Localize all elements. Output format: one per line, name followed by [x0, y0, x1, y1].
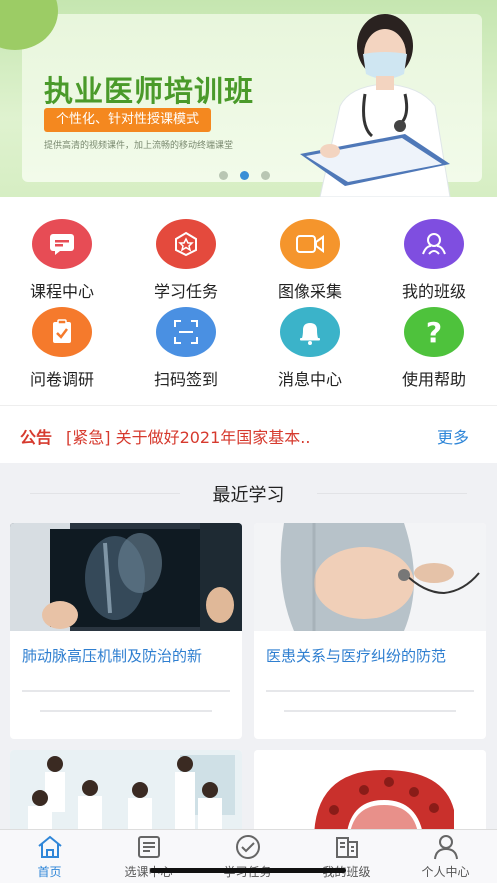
- course-card[interactable]: [10, 750, 242, 840]
- recent-section-title: 最近学习: [212, 485, 285, 506]
- grid-label: 消息中心: [277, 370, 342, 389]
- bell-icon: [280, 307, 340, 357]
- class-icon: [404, 219, 464, 269]
- announcement-bar[interactable]: 公告 [紧急] 关于做好2021年国家基本.. 更多: [0, 405, 497, 463]
- banner-title: 执业医师培训班: [44, 74, 255, 108]
- course-card[interactable]: [254, 750, 486, 840]
- course-thumbnail: [10, 523, 242, 631]
- recent-section-header: 最近学习: [0, 478, 497, 508]
- app-screen: 执业医师培训班 个性化、针对性授课模式 提供高清的视频课件，加上流畅的移动终端课…: [0, 0, 497, 883]
- check-circle-icon: [235, 835, 260, 859]
- video-camera-icon: [280, 219, 340, 269]
- placeholder-line: [284, 710, 456, 712]
- course-thumbnail: [10, 750, 242, 840]
- banner-tagline: 个性化、针对性授课模式: [44, 108, 212, 132]
- banner-subtitle: 提供高清的视频课件，加上流畅的移动终端课堂: [44, 141, 234, 151]
- course-thumbnail: [254, 523, 486, 631]
- course-thumbnail: [254, 750, 486, 840]
- tab-profile[interactable]: 个人中心: [396, 834, 495, 880]
- course-title: 医患关系与医疗纠纷的防范: [266, 647, 447, 665]
- announcement-more-link[interactable]: 更多: [437, 424, 469, 448]
- class-book-icon: [335, 837, 358, 858]
- pagination-dot[interactable]: [219, 171, 228, 180]
- grid-item-message-center[interactable]: 消息中心: [248, 307, 372, 390]
- tab-label: 个人中心: [421, 865, 470, 879]
- grid-label: 我的班级: [401, 282, 466, 301]
- grid-item-help[interactable]: ? 使用帮助: [372, 307, 496, 390]
- banner-pagination[interactable]: [219, 171, 270, 180]
- pagination-dot[interactable]: [261, 171, 270, 180]
- announcement-tag: 公告: [20, 428, 53, 447]
- scan-icon: [156, 307, 216, 357]
- grid-label: 课程中心: [29, 282, 94, 301]
- course-icon: [32, 219, 92, 269]
- course-select-icon: [137, 836, 160, 858]
- tab-label: 首页: [37, 865, 62, 879]
- grid-label: 扫码签到: [153, 370, 218, 389]
- home-icon: [37, 835, 62, 858]
- function-grid: 课程中心 学习任务 图像采集 我的班级 问卷调研 扫码签到 消息中心 ? 使用帮…: [0, 197, 497, 405]
- grid-item-survey[interactable]: 问卷调研: [0, 307, 124, 390]
- help-icon: ?: [404, 307, 464, 357]
- course-card[interactable]: 肺动脉高压机制及防治的新: [10, 523, 242, 739]
- grid-label: 问卷调研: [29, 370, 94, 389]
- grid-label: 学习任务: [153, 282, 218, 301]
- tab-course-select[interactable]: 选课中心: [99, 834, 198, 880]
- grid-label: 图像采集: [277, 282, 342, 301]
- course-card[interactable]: 医患关系与医疗纠纷的防范: [254, 523, 486, 739]
- course-title: 肺动脉高压机制及防治的新: [22, 647, 203, 665]
- doctor-illustration: [300, 14, 451, 197]
- bottom-tab-bar: 首页 选课中心 学习任务 我的班级 个人中心: [0, 829, 497, 883]
- grid-item-study-task[interactable]: 学习任务: [124, 219, 248, 302]
- grid-label: 使用帮助: [401, 370, 466, 389]
- promo-banner[interactable]: 执业医师培训班 个性化、针对性授课模式 提供高清的视频课件，加上流畅的移动终端课…: [0, 0, 497, 197]
- pagination-dot-active[interactable]: [240, 171, 249, 180]
- grid-item-my-class[interactable]: 我的班级: [372, 219, 496, 302]
- grid-item-scan-checkin[interactable]: 扫码签到: [124, 307, 248, 390]
- task-badge-icon: [156, 219, 216, 269]
- tab-home[interactable]: 首页: [0, 834, 99, 880]
- tab-my-class[interactable]: 我的班级: [297, 834, 396, 880]
- grid-item-course-center[interactable]: 课程中心: [0, 219, 124, 302]
- divider: [317, 493, 467, 494]
- survey-icon: [32, 307, 92, 357]
- placeholder-line: [40, 710, 212, 712]
- placeholder-line: [266, 690, 474, 692]
- user-icon: [433, 835, 458, 860]
- placeholder-line: [22, 690, 230, 692]
- grid-item-image-capture[interactable]: 图像采集: [248, 219, 372, 302]
- tab-study-task[interactable]: 学习任务: [198, 834, 297, 880]
- announcement-text[interactable]: [紧急] 关于做好2021年国家基本..: [66, 424, 310, 448]
- home-indicator[interactable]: [150, 868, 346, 873]
